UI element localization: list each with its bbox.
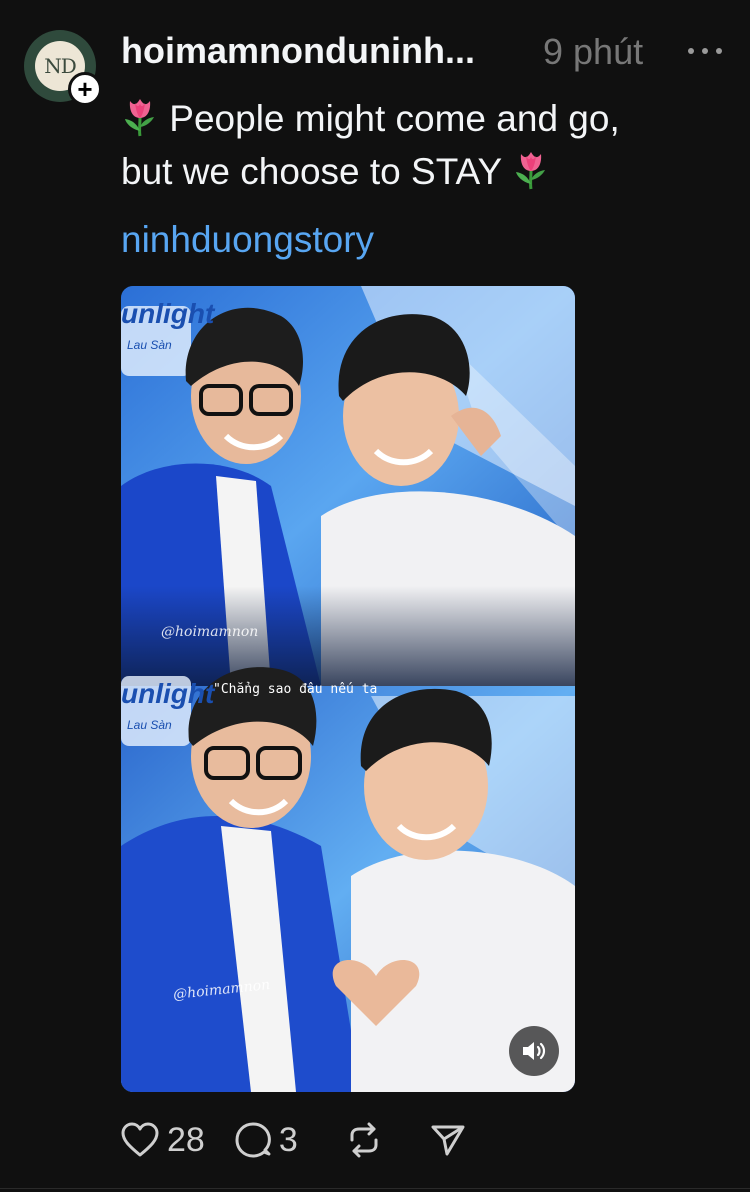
post-caption: People might come and go, but we choose … xyxy=(121,92,721,198)
follow-plus-icon[interactable]: + xyxy=(68,72,102,106)
timestamp: 9 phút xyxy=(543,31,644,72)
brand-logo-top: unlight xyxy=(121,298,215,329)
more-dot xyxy=(716,48,722,54)
more-dot xyxy=(688,48,694,54)
send-icon xyxy=(431,1125,465,1156)
comment-icon xyxy=(235,1122,271,1158)
tulip-icon xyxy=(125,99,154,137)
caption-line-1: People might come and go, xyxy=(169,98,620,139)
brand-sub-top: Lau Sàn xyxy=(127,338,172,352)
topic-tag[interactable]: ninhduongstory xyxy=(121,219,374,261)
speaker-icon xyxy=(523,1042,546,1060)
brand-sub-bottom: Lau Sàn xyxy=(127,718,172,732)
like-count: 28 xyxy=(167,1120,205,1159)
heart-icon xyxy=(121,1122,159,1157)
thread-post: ND + hoimamnonduninh... 9 phút People mi… xyxy=(0,0,750,1192)
sound-toggle-button[interactable] xyxy=(509,1026,559,1076)
username[interactable]: hoimamnonduninh... xyxy=(121,30,516,72)
video-media[interactable]: @hoimamnon "Chẳng sao đâu nếu ta @hoimam… xyxy=(121,286,575,1092)
like-button[interactable]: 28 xyxy=(121,1121,205,1160)
divider xyxy=(0,1188,750,1189)
repost-button[interactable] xyxy=(346,1122,382,1158)
reply-button[interactable]: 3 xyxy=(235,1121,298,1160)
video-subtitle: "Chẳng sao đâu nếu ta xyxy=(213,682,378,697)
tulip-icon xyxy=(515,152,545,190)
caption-line-2: but we choose to STAY xyxy=(121,151,502,192)
reply-count: 3 xyxy=(278,1120,298,1159)
more-dot xyxy=(702,48,708,54)
watermark-top: @hoimamnon xyxy=(161,624,259,640)
brand-logo-bottom: unlight xyxy=(121,678,215,709)
share-button[interactable] xyxy=(430,1122,466,1158)
more-options-icon[interactable] xyxy=(688,34,722,68)
repost-icon xyxy=(350,1122,378,1158)
action-bar: 28 3 xyxy=(121,1118,496,1162)
